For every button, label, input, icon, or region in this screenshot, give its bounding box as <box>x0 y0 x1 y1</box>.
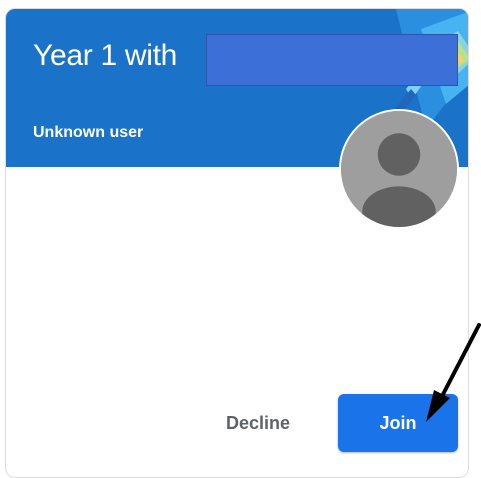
person-placeholder-icon <box>339 109 459 229</box>
class-invitation-card: Year 1 with Unknown user Decline Join <box>5 8 469 478</box>
decline-button[interactable]: Decline <box>202 401 314 445</box>
class-title: Year 1 with <box>33 39 178 72</box>
user-name: Unknown user <box>33 124 144 141</box>
join-button[interactable]: Join <box>338 394 458 452</box>
redacted-teacher-name <box>206 34 458 86</box>
